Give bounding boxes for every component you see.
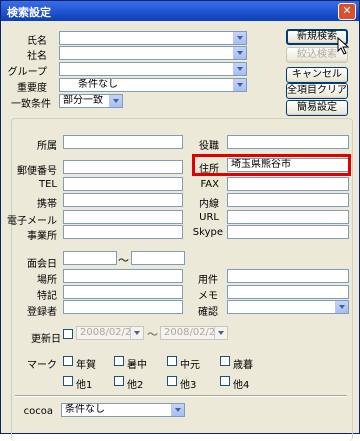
label-ext: 内線 bbox=[199, 199, 219, 210]
mark-label-seibo: 歳暮 bbox=[233, 360, 253, 371]
label-updated: 更新日 bbox=[31, 334, 61, 345]
label-place: 場所 bbox=[37, 275, 57, 286]
label-dept: 所属 bbox=[37, 141, 57, 152]
mark-checkbox-nenga[interactable] bbox=[63, 356, 73, 366]
updated-checkbox[interactable] bbox=[63, 329, 73, 339]
chevron-down-icon[interactable] bbox=[335, 301, 348, 313]
mark-label-other2: 他2 bbox=[127, 380, 144, 391]
mark-label-other4: 他4 bbox=[233, 380, 250, 391]
search-settings-dialog: 検索設定 ✕ 氏名 社名 グループ 重要度 条件なし 一致条件 部分一致 新規検… bbox=[0, 0, 360, 441]
mark-checkbox-chugen[interactable] bbox=[167, 356, 177, 366]
label-cocoa: cocoa bbox=[23, 406, 53, 417]
chevron-down-icon[interactable] bbox=[233, 32, 246, 44]
label-confirm: 確認 bbox=[198, 307, 218, 318]
cancel-button[interactable]: キャンセル bbox=[286, 67, 348, 83]
label-mark: マーク bbox=[27, 360, 57, 371]
fax-input[interactable] bbox=[227, 177, 349, 191]
ext-input[interactable] bbox=[227, 193, 349, 207]
importance-value: 条件なし bbox=[78, 79, 118, 90]
company-select[interactable] bbox=[59, 46, 247, 60]
updated-to-date[interactable]: 2008/02/28 bbox=[160, 326, 228, 340]
cocoa-value: 条件なし bbox=[65, 404, 105, 415]
chevron-down-icon[interactable] bbox=[130, 327, 143, 339]
tel-input[interactable] bbox=[63, 177, 183, 191]
url-input[interactable] bbox=[227, 210, 349, 224]
label-tel: TEL bbox=[39, 179, 57, 190]
mark-checkbox-shochu[interactable] bbox=[114, 356, 124, 366]
mark-label-nenga: 年賀 bbox=[76, 360, 96, 371]
match-select[interactable]: 部分一致 bbox=[59, 94, 123, 108]
chevron-down-icon[interactable] bbox=[171, 404, 184, 416]
label-match: 一致条件 bbox=[11, 99, 51, 110]
chevron-down-icon[interactable] bbox=[233, 79, 246, 91]
mark-checkbox-other2[interactable] bbox=[114, 376, 124, 386]
simple-settings-button[interactable]: 簡易設定 bbox=[286, 100, 348, 116]
updated-from-date[interactable]: 2008/02/28 bbox=[76, 326, 144, 340]
mark-checkbox-other1[interactable] bbox=[63, 376, 73, 386]
chevron-down-icon[interactable] bbox=[214, 327, 227, 339]
label-fax: FAX bbox=[200, 179, 219, 190]
registrant-input[interactable] bbox=[63, 300, 183, 314]
mark-checkbox-other3[interactable] bbox=[167, 376, 177, 386]
mark-label-other3: 他3 bbox=[180, 380, 197, 391]
mark-checkbox-other4[interactable] bbox=[220, 376, 230, 386]
updated-to-value: 2008/02/28 bbox=[164, 327, 222, 338]
memo-input[interactable] bbox=[227, 285, 349, 299]
importance-select[interactable]: 条件なし bbox=[59, 78, 247, 92]
mark-label-shochu: 暑中 bbox=[127, 360, 147, 371]
label-postal: 郵便番号 bbox=[17, 166, 57, 177]
group-select[interactable] bbox=[59, 62, 247, 76]
position-input[interactable] bbox=[227, 135, 349, 149]
label-mobile: 携帯 bbox=[37, 199, 57, 210]
match-value: 部分一致 bbox=[63, 95, 103, 106]
label-importance: 重要度 bbox=[17, 83, 47, 94]
label-url: URL bbox=[199, 212, 219, 223]
cocoa-select[interactable]: 条件なし bbox=[61, 403, 185, 417]
label-office: 事業所 bbox=[27, 231, 57, 242]
updated-from-value: 2008/02/28 bbox=[80, 327, 138, 338]
label-name: 氏名 bbox=[27, 36, 47, 47]
chevron-down-icon[interactable] bbox=[233, 47, 246, 59]
mark-checkbox-seibo[interactable] bbox=[220, 356, 230, 366]
meeting-date-from-input[interactable] bbox=[63, 251, 117, 265]
chevron-down-icon[interactable] bbox=[233, 63, 246, 75]
meeting-date-tilde: 〜 bbox=[118, 254, 129, 267]
dept-input[interactable] bbox=[63, 135, 183, 149]
clear-all-button[interactable]: 全項目クリア bbox=[286, 83, 348, 99]
mobile-input[interactable] bbox=[63, 193, 183, 207]
label-memo: メモ bbox=[198, 291, 218, 302]
name-select[interactable] bbox=[59, 31, 247, 45]
mark-label-other1: 他1 bbox=[76, 380, 93, 391]
postal-input[interactable] bbox=[63, 160, 183, 174]
email-input[interactable] bbox=[63, 210, 183, 224]
label-skype: Skype bbox=[192, 227, 223, 238]
label-registrant: 登録者 bbox=[27, 307, 57, 318]
mouse-cursor-icon bbox=[337, 37, 350, 55]
label-group: グループ bbox=[7, 67, 47, 78]
mark-label-chugen: 中元 bbox=[180, 360, 200, 371]
title-bar[interactable]: 検索設定 ✕ bbox=[1, 1, 359, 21]
label-position: 役職 bbox=[199, 141, 219, 152]
window-title: 検索設定 bbox=[7, 6, 51, 19]
business-input[interactable] bbox=[227, 269, 349, 283]
close-icon[interactable]: ✕ bbox=[338, 3, 356, 20]
chevron-down-icon[interactable] bbox=[109, 95, 122, 107]
office-input[interactable] bbox=[63, 225, 183, 239]
divider bbox=[15, 395, 347, 397]
label-notes: 特記 bbox=[37, 291, 57, 302]
notes-input[interactable] bbox=[63, 285, 183, 299]
confirm-select[interactable] bbox=[227, 300, 349, 314]
meeting-date-to-input[interactable] bbox=[131, 251, 185, 265]
skype-input[interactable] bbox=[227, 225, 349, 239]
place-input[interactable] bbox=[63, 269, 183, 283]
label-business: 用件 bbox=[198, 275, 218, 286]
updated-tilde: 〜 bbox=[147, 328, 158, 341]
label-company: 社名 bbox=[27, 51, 47, 62]
highlight-box bbox=[192, 154, 351, 176]
label-meeting-date: 面会日 bbox=[27, 259, 57, 270]
label-email: 電子メール bbox=[7, 216, 57, 227]
